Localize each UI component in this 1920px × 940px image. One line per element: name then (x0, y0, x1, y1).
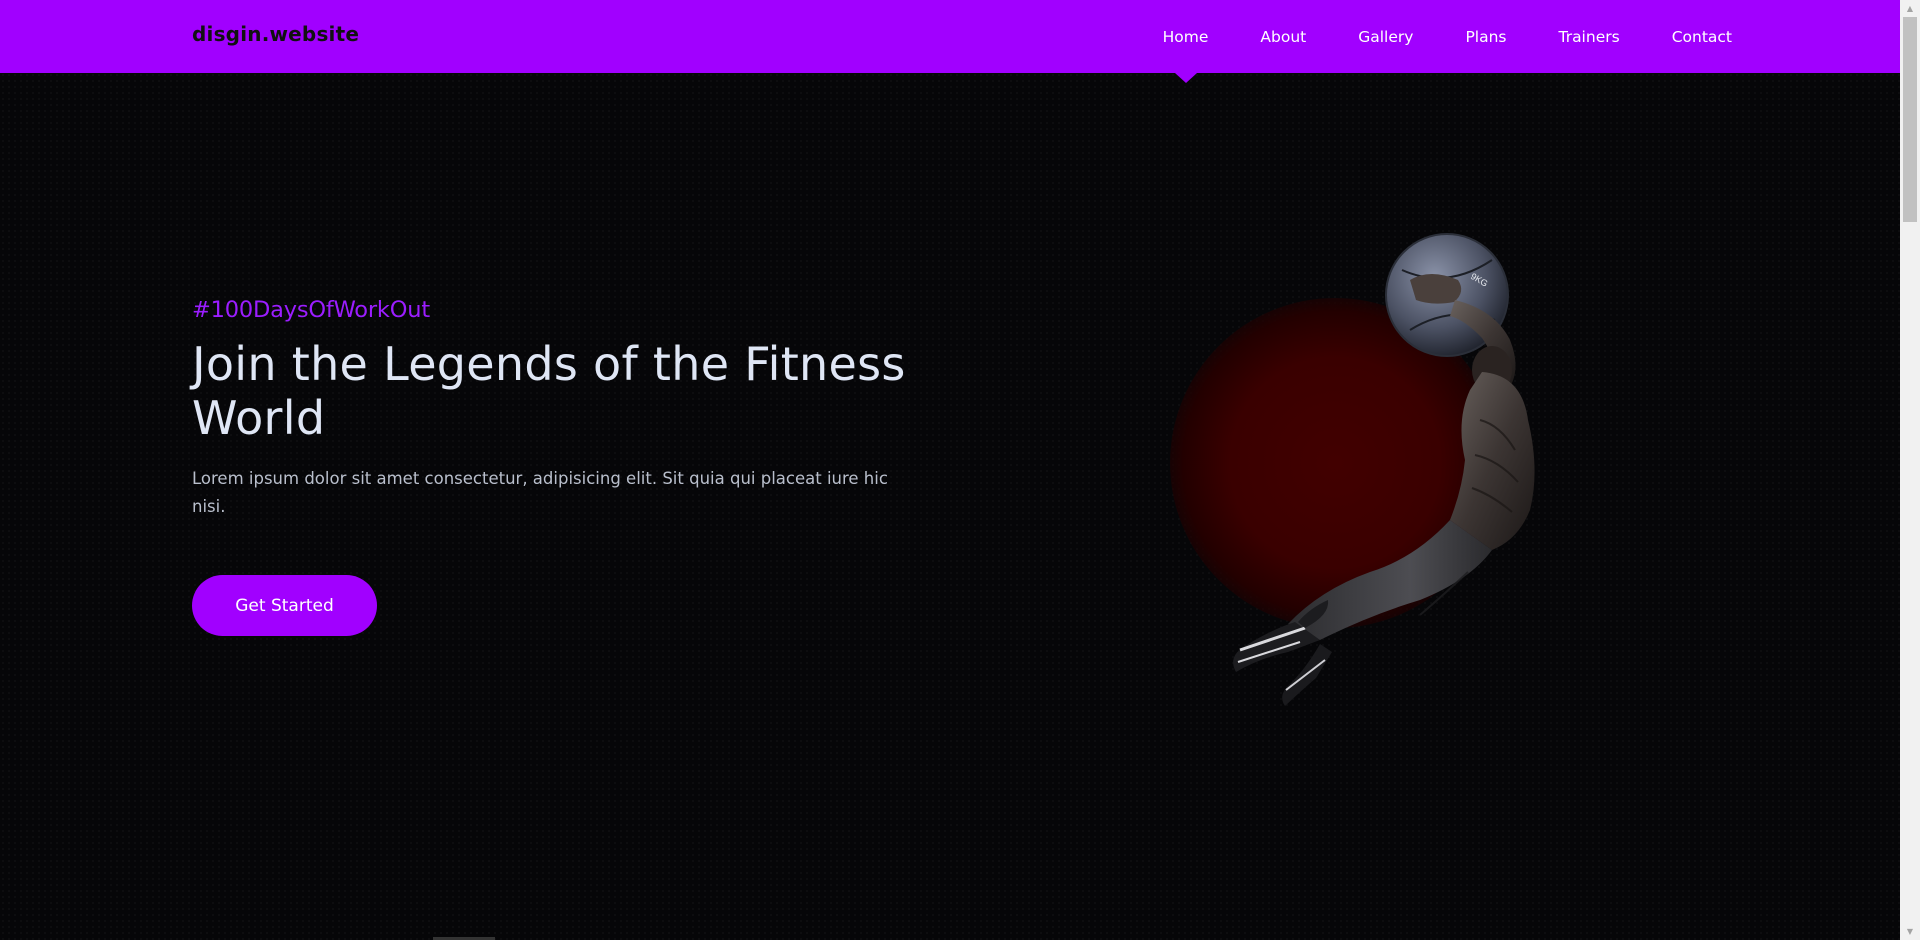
logo-ext: .website (261, 22, 360, 46)
navbar: disgin.website Home About Gallery Plans … (0, 0, 1900, 83)
nav-contact-label: Contact (1671, 27, 1732, 46)
athlete-with-medicine-ball-image: 9KG (1233, 233, 1535, 706)
nav-trainers-label: Trainers (1558, 27, 1620, 46)
scroll-up-arrow-icon[interactable]: ▲ (1900, 0, 1920, 17)
nav-plans-label: Plans (1465, 27, 1507, 46)
get-started-button[interactable]: Get Started (192, 575, 377, 636)
nav-gallery[interactable]: Gallery (1358, 0, 1413, 73)
nav-home-label: Home (1162, 27, 1209, 46)
scrollbar-thumb[interactable] (1903, 17, 1917, 222)
nav-plans[interactable]: Plans (1465, 0, 1506, 73)
hero-image: 9KG (1120, 220, 1620, 760)
site-logo[interactable]: disgin.website (192, 22, 359, 46)
page: disgin.website Home About Gallery Plans … (0, 0, 1900, 940)
nav-about-label: About (1260, 27, 1307, 46)
nav-contact[interactable]: Contact (1672, 0, 1732, 73)
hero-hashtag: #100DaysOfWorkOut (192, 297, 430, 323)
nav-trainers[interactable]: Trainers (1559, 0, 1620, 73)
hero-title: Join the Legends of the Fitness World (192, 337, 906, 445)
nav-about[interactable]: About (1260, 0, 1306, 73)
nav-gallery-label: Gallery (1358, 27, 1414, 46)
nav-home[interactable]: Home (1162, 0, 1209, 83)
hero-text: #100DaysOfWorkOut Join the Legends of th… (192, 297, 932, 521)
logo-main: disgin (192, 22, 262, 46)
nav-links: Home About Gallery Plans Trainers Contac… (1162, 0, 1732, 83)
vertical-scrollbar[interactable]: ▲ ▼ (1900, 0, 1920, 940)
hero-description: Lorem ipsum dolor sit amet consectetur, … (192, 469, 888, 516)
active-indicator-caret (1174, 73, 1197, 83)
scroll-down-arrow-icon[interactable]: ▼ (1900, 923, 1920, 940)
